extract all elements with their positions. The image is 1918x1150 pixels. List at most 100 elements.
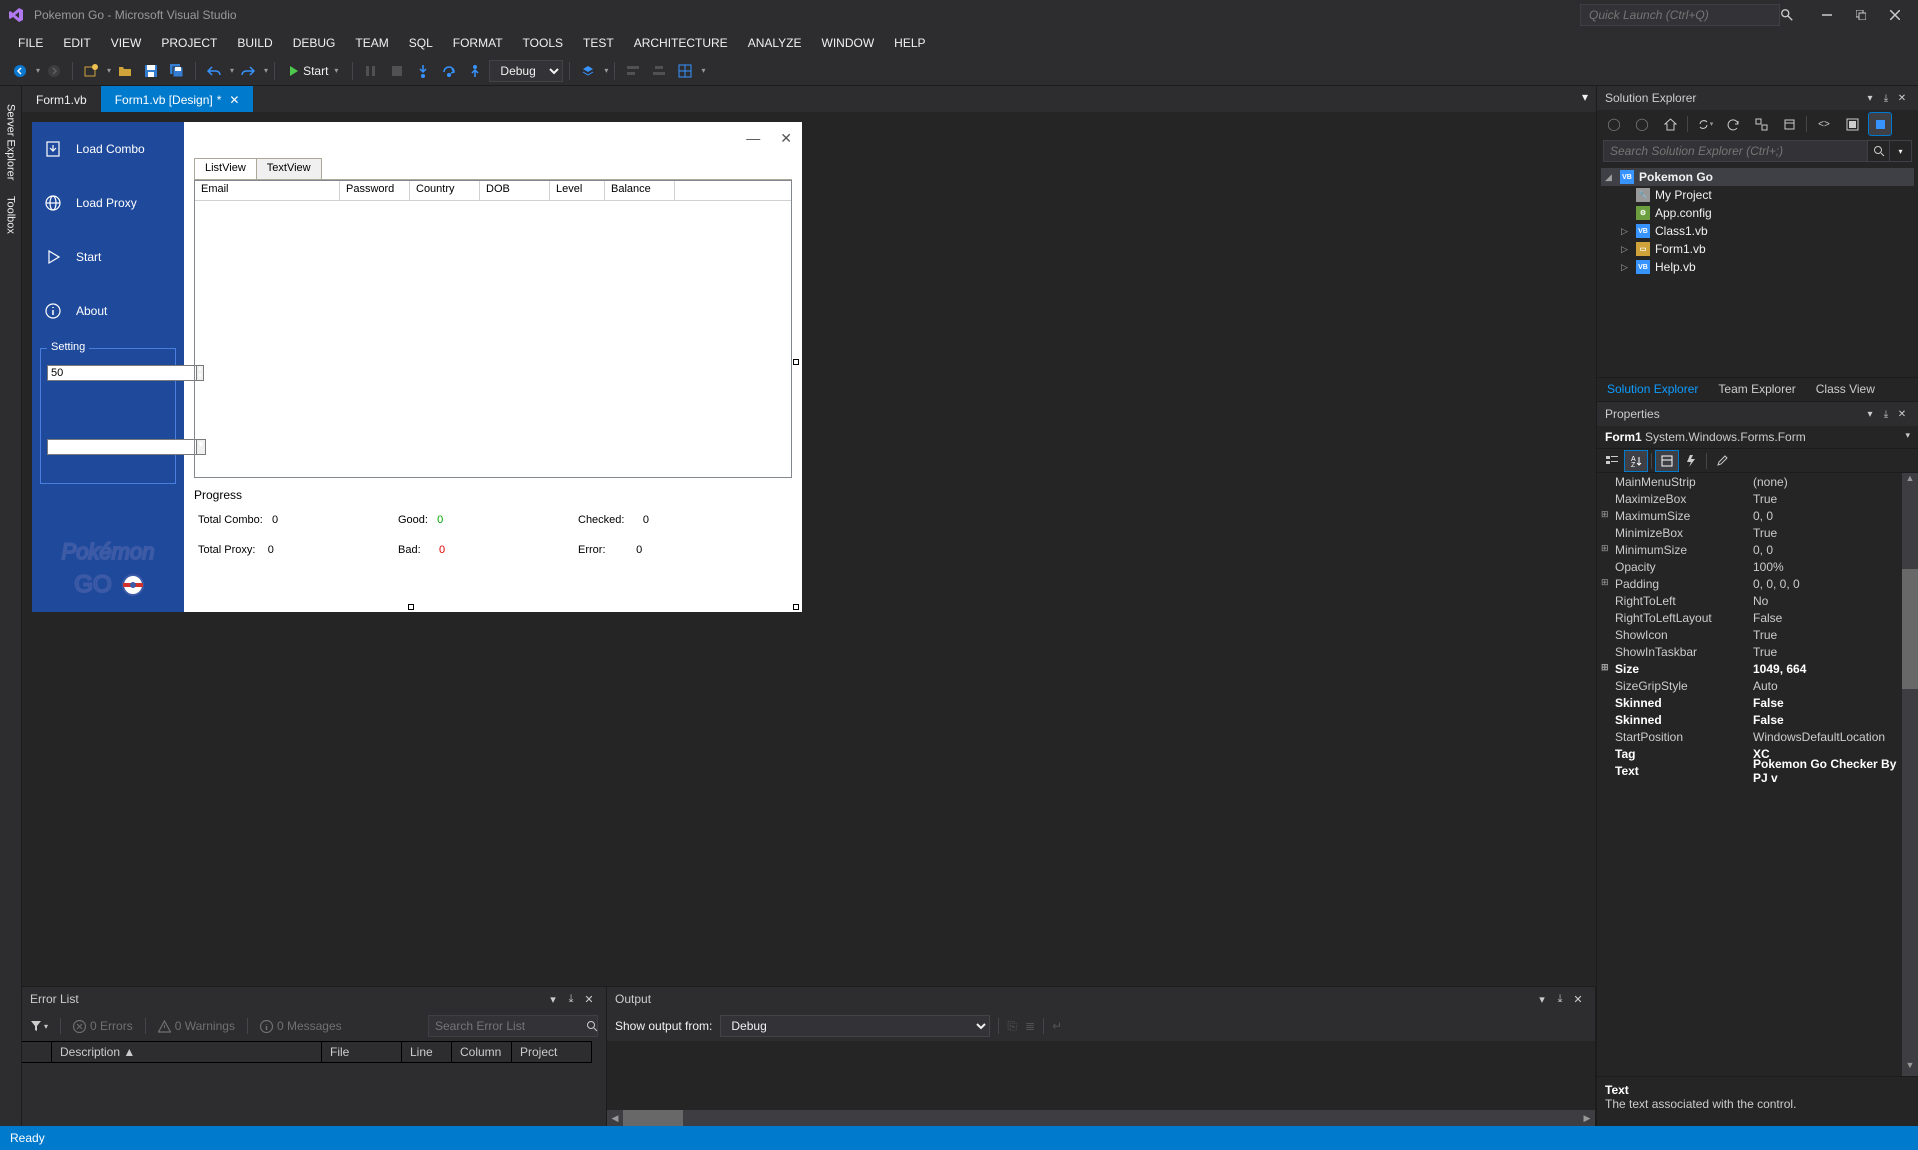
prop-row-showintaskbar[interactable]: ShowInTaskbarTrue: [1597, 643, 1918, 660]
solution-tree[interactable]: ◢ VB Pokemon Go 🔧My Project⚙App.config▷V…: [1597, 164, 1918, 377]
doc-tab-0[interactable]: Form1.vb: [22, 86, 101, 112]
tree-item-form1-vb[interactable]: ▷▭Form1.vb: [1601, 240, 1914, 258]
search-icon[interactable]: [1780, 8, 1808, 22]
error-col-line[interactable]: Line: [402, 1041, 452, 1063]
resize-handle-corner[interactable]: [793, 604, 799, 610]
prop-row-maximumsize[interactable]: ⊞MaximumSize0, 0: [1597, 507, 1918, 524]
setting-combo-input[interactable]: [47, 439, 197, 455]
tree-item-app-config[interactable]: ⚙App.config: [1601, 204, 1914, 222]
solution-search-input[interactable]: [1603, 140, 1868, 162]
form-designer-window[interactable]: — ✕ Load ComboLoad ProxyStartAbout Setti…: [32, 122, 802, 612]
tab-textview[interactable]: TextView: [256, 158, 322, 179]
tab-team-explorer[interactable]: Team Explorer: [1708, 378, 1805, 401]
prop-row-padding[interactable]: ⊞Padding0, 0, 0, 0: [1597, 575, 1918, 592]
new-project-button[interactable]: [79, 59, 103, 83]
close-icon[interactable]: ✕: [1894, 93, 1910, 104]
grid-button[interactable]: [673, 59, 697, 83]
properties-button[interactable]: [1869, 113, 1891, 135]
view-code-button[interactable]: <>: [1813, 113, 1835, 135]
setting-numericupdown[interactable]: ▲▼: [47, 365, 169, 381]
tree-item-help-vb[interactable]: ▷VBHelp.vb: [1601, 258, 1914, 276]
menu-view[interactable]: VIEW: [101, 32, 152, 54]
search-icon[interactable]: [1868, 140, 1890, 162]
align-button[interactable]: [621, 59, 645, 83]
menu-build[interactable]: BUILD: [227, 32, 282, 54]
menu-format[interactable]: FORMAT: [443, 32, 513, 54]
open-file-button[interactable]: [113, 59, 137, 83]
nav-forward-button[interactable]: [42, 59, 66, 83]
properties-object-selector[interactable]: Form1 System.Windows.Forms.Form ▾: [1597, 426, 1918, 449]
alphabetical-button[interactable]: AZ: [1625, 451, 1647, 471]
pin-icon[interactable]: ⤓: [1878, 409, 1894, 420]
chevron-down-icon[interactable]: ▾: [701, 66, 705, 75]
tree-item-class1-vb[interactable]: ▷VBClass1.vb: [1601, 222, 1914, 240]
resize-handle-right[interactable]: [793, 359, 799, 365]
events-view-button[interactable]: [1680, 451, 1702, 471]
setting-combobox[interactable]: ▼: [47, 439, 169, 455]
prop-row-showicon[interactable]: ShowIconTrue: [1597, 626, 1918, 643]
error-col-description[interactable]: Description ▲: [52, 1041, 322, 1063]
prop-row-opacity[interactable]: Opacity100%: [1597, 558, 1918, 575]
config-combo[interactable]: Debug: [489, 60, 563, 82]
close-button[interactable]: [1880, 5, 1910, 25]
messages-filter[interactable]: 0 Messages: [260, 1019, 342, 1033]
sidebar-item-start[interactable]: Start: [32, 230, 184, 284]
error-col-file[interactable]: File: [322, 1041, 402, 1063]
column-dob[interactable]: DOB: [480, 181, 550, 200]
prop-row-size[interactable]: ⊞Size1049, 664: [1597, 660, 1918, 677]
search-icon[interactable]: [586, 1020, 598, 1032]
column-email[interactable]: Email: [195, 181, 340, 200]
start-debug-button[interactable]: Start ▾: [281, 62, 346, 80]
designer-surface[interactable]: — ✕ Load ComboLoad ProxyStartAbout Setti…: [22, 112, 1596, 986]
menu-edit[interactable]: EDIT: [53, 32, 100, 54]
toolbox-tab[interactable]: Toolbox: [3, 188, 19, 242]
collapse-all-button[interactable]: [1750, 113, 1772, 135]
properties-view-button[interactable]: [1656, 451, 1678, 471]
tab-solution-explorer[interactable]: Solution Explorer: [1597, 378, 1708, 401]
filter-icon[interactable]: ▾: [30, 1020, 48, 1032]
stop-button[interactable]: [385, 59, 409, 83]
step-out-button[interactable]: [463, 59, 487, 83]
column-country[interactable]: Country: [410, 181, 480, 200]
quick-launch-input[interactable]: [1580, 4, 1780, 26]
chevron-down-icon[interactable]: ▾: [264, 66, 268, 75]
search-dropdown-button[interactable]: ▾: [1890, 140, 1912, 162]
prop-row-skinned[interactable]: SkinnedFalse: [1597, 711, 1918, 728]
prop-row-righttoleftlayout[interactable]: RightToLeftLayoutFalse: [1597, 609, 1918, 626]
horizontal-scrollbar[interactable]: ◀▶: [607, 1110, 1595, 1126]
back-button[interactable]: ◯: [1603, 113, 1625, 135]
form-minimize-button[interactable]: —: [746, 130, 760, 147]
center-button[interactable]: [647, 59, 671, 83]
form-close-button[interactable]: ✕: [780, 130, 792, 147]
listview[interactable]: EmailPasswordCountryDOBLevelBalance: [194, 180, 792, 478]
column-level[interactable]: Level: [550, 181, 605, 200]
chevron-down-icon[interactable]: ▾: [107, 66, 111, 75]
pin-icon[interactable]: ⤓: [562, 993, 580, 1006]
close-icon[interactable]: ✕: [580, 993, 598, 1006]
menu-debug[interactable]: DEBUG: [283, 32, 346, 54]
warnings-filter[interactable]: 0 Warnings: [158, 1019, 235, 1033]
prop-row-sizegripstyle[interactable]: SizeGripStyleAuto: [1597, 677, 1918, 694]
output-source-combo[interactable]: Debug: [720, 1015, 990, 1037]
prop-row-startposition[interactable]: StartPositionWindowsDefaultLocation: [1597, 728, 1918, 745]
menu-help[interactable]: HELP: [884, 32, 935, 54]
nav-back-button[interactable]: [8, 59, 32, 83]
property-pages-button[interactable]: [1711, 451, 1733, 471]
prop-row-text[interactable]: TextPokemon Go Checker By PJ v: [1597, 762, 1918, 779]
chevron-down-icon[interactable]: ▾: [230, 66, 234, 75]
menu-file[interactable]: FILE: [8, 32, 53, 54]
sync-button[interactable]: ▾: [1694, 113, 1716, 135]
forward-button[interactable]: ◯: [1631, 113, 1653, 135]
window-menu-button[interactable]: ▾: [1862, 409, 1878, 420]
menu-test[interactable]: TEST: [573, 32, 624, 54]
chevron-down-icon[interactable]: ▾: [36, 66, 40, 75]
prop-row-minimizebox[interactable]: MinimizeBoxTrue: [1597, 524, 1918, 541]
setting-value-input[interactable]: [47, 365, 197, 381]
menu-architecture[interactable]: ARCHITECTURE: [624, 32, 738, 54]
resize-handle-bottom[interactable]: [408, 604, 414, 610]
undo-button[interactable]: [202, 59, 226, 83]
sidebar-item-about[interactable]: About: [32, 284, 184, 338]
menu-analyze[interactable]: ANALYZE: [738, 32, 812, 54]
find-button[interactable]: ⎘: [1007, 1019, 1017, 1034]
prop-row-skinned[interactable]: SkinnedFalse: [1597, 694, 1918, 711]
